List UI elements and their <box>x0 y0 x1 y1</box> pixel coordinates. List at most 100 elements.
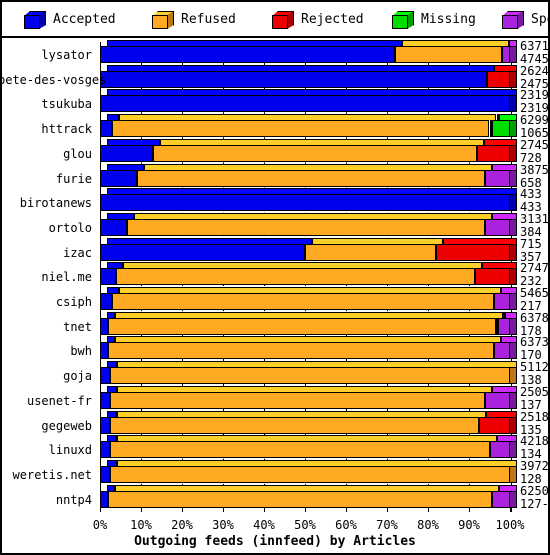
legend-item-refused: Refused <box>152 8 236 30</box>
row-label: niel.me <box>41 270 92 285</box>
bar-segment-accepted <box>100 144 154 162</box>
bar-segment-accepted <box>100 70 487 88</box>
value-label-total: 4218 <box>520 434 549 449</box>
bar-segment-refused <box>108 317 496 335</box>
cube-icon <box>502 11 524 29</box>
bar-segment-accepted <box>100 218 127 236</box>
bar-segment-spooled <box>485 391 510 409</box>
legend-label: Refused <box>181 11 236 27</box>
value-label-total: 6250 <box>520 483 549 498</box>
bar-segment-rejected <box>436 243 510 261</box>
row-label: furie <box>55 171 92 186</box>
bar-segment-refused <box>110 465 510 483</box>
bar-end-cap <box>510 243 517 261</box>
value-label-total: 3972 <box>520 458 549 473</box>
bar-segment-spooled <box>493 342 510 360</box>
row-label: httrack <box>41 122 92 137</box>
value-label-total: 6373 <box>520 335 549 350</box>
chart-page: Accepted Refused Rejected Missing Spooled ly… <box>0 0 550 555</box>
row-label: bwh <box>70 344 92 359</box>
x-tick-label: 70% <box>376 518 398 532</box>
bar-segment-spooled <box>485 218 510 236</box>
plot-area: lysator 6371 4745 bete-des-vosges 2624 2475 ts… <box>2 36 548 553</box>
bar-segment-refused <box>110 367 510 385</box>
x-axis-tick <box>469 507 470 512</box>
bar-segment-missing <box>491 120 510 138</box>
row-label: gegeweb <box>41 418 92 433</box>
table-row <box>100 435 517 459</box>
bar-segment-accepted <box>100 194 510 212</box>
x-axis-tick <box>141 507 142 512</box>
bar-segment-spooled <box>489 441 510 459</box>
bar-end-cap <box>510 293 517 310</box>
chart-legend: Accepted Refused Rejected Missing Spooled <box>2 2 548 38</box>
table-row <box>100 459 517 483</box>
bar-end-cap <box>510 465 517 483</box>
bar-end-cap <box>510 342 517 360</box>
bar-segment-rejected <box>479 416 510 434</box>
x-axis-tick <box>223 507 224 512</box>
table-row <box>100 64 517 88</box>
row-label: tsukuba <box>41 97 92 112</box>
x-axis-tick <box>182 507 183 512</box>
table-row <box>100 385 517 409</box>
bar-segment-accepted <box>100 317 109 335</box>
row-label: csiph <box>55 295 92 309</box>
row-label: tnet <box>63 319 92 334</box>
value-label-total: 433 <box>520 187 542 202</box>
bar-segment-accepted <box>100 268 117 286</box>
bar-segment-accepted <box>100 95 510 113</box>
row-label: usenet-fr <box>26 393 92 408</box>
bar-end-cap <box>510 144 517 162</box>
row-label: weretis.net <box>12 467 92 482</box>
cube-icon <box>152 11 174 29</box>
bar-segment-refused <box>110 416 480 434</box>
cube-icon <box>272 11 294 29</box>
x-axis-tick <box>387 507 388 512</box>
x-axis-tick-labels: 0% 10% 20% 30% 40% 50% 60% 70% 80% 90% 100% <box>2 518 548 534</box>
legend-item-rejected: Rejected <box>272 8 364 30</box>
x-axis-tick <box>428 507 429 512</box>
bar-segment-rejected <box>486 70 510 88</box>
bar-segment-refused <box>110 441 490 459</box>
table-row <box>100 114 517 138</box>
bar-segment-refused <box>110 391 486 409</box>
table-row <box>100 262 517 286</box>
value-label-total: 5112 <box>520 360 549 375</box>
x-tick-label: 80% <box>417 518 439 532</box>
row-label: goja <box>63 369 92 384</box>
bar-end-cap <box>510 70 517 88</box>
value-label-total: 2745 <box>520 137 549 152</box>
x-tick-label: 10% <box>130 518 152 532</box>
bar-segment-spooled <box>497 317 510 335</box>
row-label: izac <box>63 245 92 260</box>
row-label: lysator <box>41 48 92 62</box>
value-label-total: 6378 <box>520 310 549 325</box>
bar-segment-refused <box>136 169 486 187</box>
row-label: glou <box>63 146 92 161</box>
x-tick-label: 30% <box>212 518 234 532</box>
x-tick-label: 20% <box>171 518 193 532</box>
value-label-total: 2319 <box>520 88 549 103</box>
value-label-total: 2624 <box>520 63 549 78</box>
bar-segment-accepted <box>100 243 305 261</box>
table-row <box>100 361 517 385</box>
bar-segment-accepted <box>100 391 111 409</box>
x-tick-label: 90% <box>458 518 480 532</box>
bar-segment-accepted <box>100 120 113 138</box>
table-row <box>100 237 517 261</box>
bar-end-cap <box>510 317 517 335</box>
bar-end-cap <box>510 194 517 212</box>
bar-segment-accepted <box>100 367 111 385</box>
bar-end-cap <box>510 391 517 409</box>
value-label-total: 715 <box>520 236 542 251</box>
value-label-total: 2505 <box>520 384 549 399</box>
bar-segment-refused <box>305 243 437 261</box>
row-label: birotanews <box>19 196 92 211</box>
bar-segment-refused <box>108 490 492 508</box>
x-axis-tick <box>100 507 101 512</box>
bar-segment-refused <box>112 120 490 138</box>
bar-end-cap <box>510 95 517 113</box>
bar-segment-spooled <box>501 46 510 63</box>
x-axis-tick <box>346 507 347 512</box>
